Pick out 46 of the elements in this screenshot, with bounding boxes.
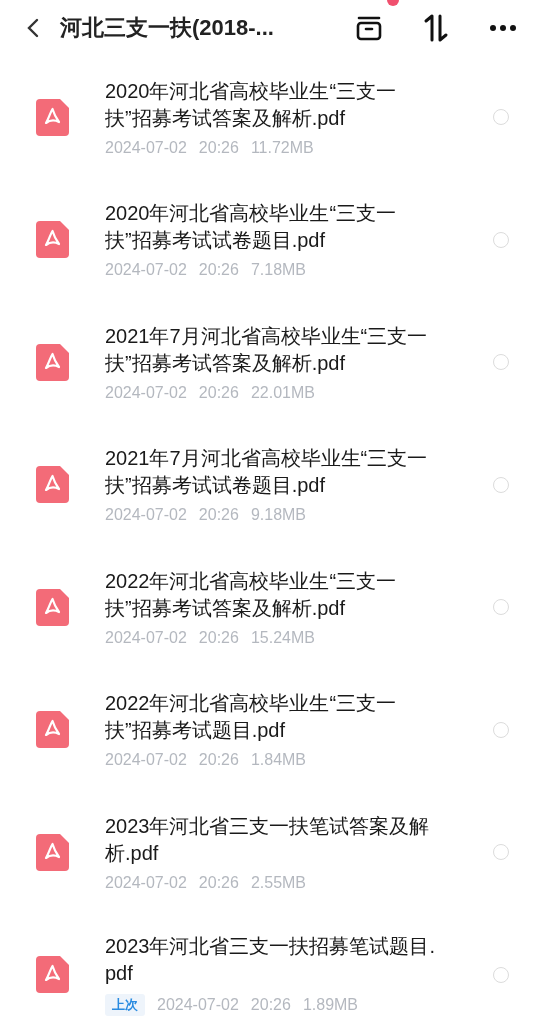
pdf-file-icon — [36, 833, 69, 871]
file-date: 2024-07-02 — [105, 751, 187, 770]
file-size: 2.55MB — [250, 873, 307, 892]
file-date: 2024-07-02 — [105, 261, 187, 280]
pdf-file-icon — [36, 711, 69, 749]
file-date: 2024-07-02 — [157, 996, 239, 1015]
file-date: 2024-07-02 — [105, 138, 187, 157]
file-date: 2024-07-02 — [105, 628, 187, 647]
pdf-file-icon — [36, 221, 69, 259]
file-name[interactable]: 2022年河北省高校毕业生“三支一扶”招募考试答案及解析.pdf — [105, 567, 437, 622]
file-size: 22.01MB — [250, 383, 315, 402]
file-size: 1.89MB — [302, 996, 359, 1015]
file-time: 20:26 — [198, 873, 239, 892]
file-name[interactable]: 2021年7月河北省高校毕业生“三支一扶”招募考试答案及解析.pdf — [105, 322, 437, 377]
file-size: 15.24MB — [250, 628, 315, 647]
file-time: 20:26 — [198, 138, 239, 157]
more-icon[interactable] — [489, 24, 517, 32]
pdf-file-icon — [36, 98, 69, 136]
file-time: 20:26 — [198, 506, 239, 525]
file-date: 2024-07-02 — [105, 873, 187, 892]
file-size: 7.18MB — [250, 261, 307, 280]
pdf-file-icon — [36, 956, 69, 994]
sort-icon[interactable] — [423, 13, 449, 43]
pdf-file-icon — [36, 343, 69, 381]
file-name[interactable]: 2023年河北省三支一扶招募笔试题目.pdf — [105, 933, 437, 988]
file-time: 20:26 — [198, 383, 239, 402]
file-date: 2024-07-02 — [105, 506, 187, 525]
file-name[interactable]: 2023年河北省三支一扶笔试答案及解析.pdf — [105, 812, 437, 867]
pdf-file-icon — [36, 466, 69, 504]
file-time: 20:26 — [198, 261, 239, 280]
file-time: 20:26 — [250, 996, 291, 1015]
file-name[interactable]: 2020年河北省高校毕业生“三支一扶”招募考试试卷题目.pdf — [105, 200, 437, 255]
folder-title: 河北三支一扶(2018-... — [60, 14, 275, 42]
file-time: 20:26 — [198, 751, 239, 770]
archive-icon[interactable] — [355, 14, 383, 42]
file-size: 1.84MB — [250, 751, 307, 770]
file-size: 11.72MB — [250, 138, 314, 157]
file-name[interactable]: 2022年河北省高校毕业生“三支一扶”招募考试题目.pdf — [105, 690, 437, 745]
back-icon[interactable] — [26, 17, 40, 39]
pdf-file-icon — [36, 588, 69, 626]
file-time: 20:26 — [198, 628, 239, 647]
file-name[interactable]: 2020年河北省高校毕业生“三支一扶”招募考试答案及解析.pdf — [105, 77, 437, 132]
file-size: 9.18MB — [250, 506, 307, 525]
file-date: 2024-07-02 — [105, 383, 187, 402]
file-name[interactable]: 2021年7月河北省高校毕业生“三支一扶”招募考试试卷题目.pdf — [105, 445, 437, 500]
last-opened-tag: 上次 — [105, 994, 145, 1017]
